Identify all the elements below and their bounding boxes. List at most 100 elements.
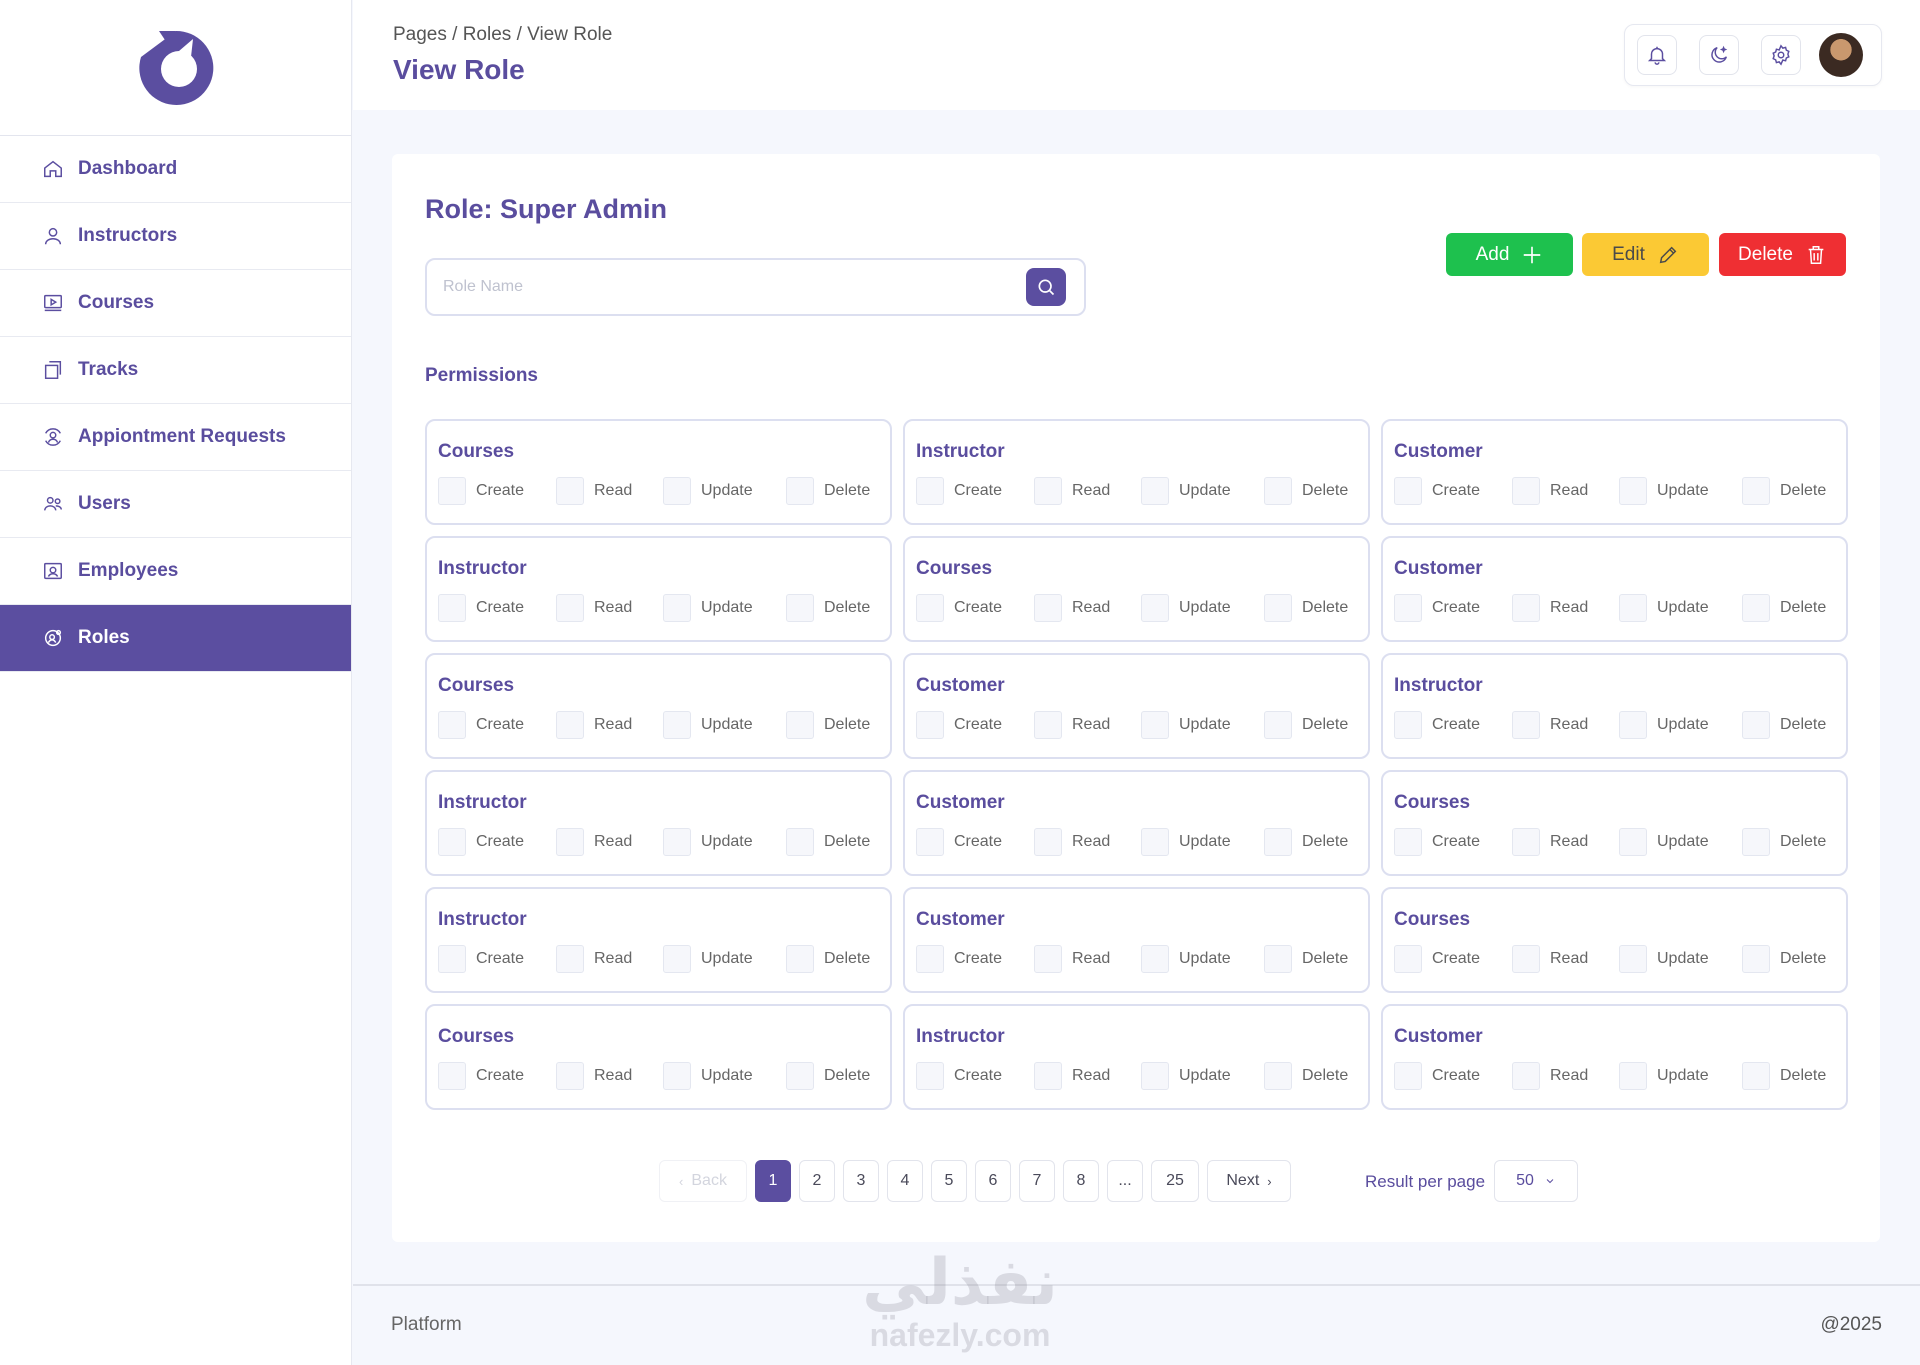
permission-checkbox[interactable] — [1141, 477, 1169, 505]
permission-delete[interactable]: Delete — [1264, 711, 1348, 739]
avatar[interactable] — [1819, 33, 1863, 77]
permission-delete[interactable]: Delete — [1264, 828, 1348, 856]
permission-checkbox[interactable] — [1141, 828, 1169, 856]
permission-checkbox[interactable] — [556, 594, 584, 622]
permission-create[interactable]: Create — [916, 711, 1002, 739]
permission-checkbox[interactable] — [438, 828, 466, 856]
permission-checkbox[interactable] — [1264, 711, 1292, 739]
sidebar-item-dashboard[interactable]: Dashboard — [0, 136, 351, 203]
permission-update[interactable]: Update — [1141, 477, 1231, 505]
permission-checkbox[interactable] — [438, 711, 466, 739]
pagination-page[interactable]: 8 — [1063, 1160, 1099, 1202]
pagination-page[interactable]: 3 — [843, 1160, 879, 1202]
permission-checkbox[interactable] — [1264, 1062, 1292, 1090]
permission-checkbox[interactable] — [1619, 1062, 1647, 1090]
permission-create[interactable]: Create — [916, 1062, 1002, 1090]
pagination-next[interactable]: Next › — [1207, 1160, 1291, 1202]
permission-update[interactable]: Update — [1141, 711, 1231, 739]
permission-checkbox[interactable] — [1394, 477, 1422, 505]
permission-checkbox[interactable] — [1512, 828, 1540, 856]
permission-checkbox[interactable] — [786, 711, 814, 739]
permission-read[interactable]: Read — [1034, 945, 1110, 973]
permission-checkbox[interactable] — [786, 1062, 814, 1090]
permission-checkbox[interactable] — [1742, 711, 1770, 739]
sidebar-item-appiontment-requests[interactable]: Appiontment Requests — [0, 404, 351, 471]
permission-read[interactable]: Read — [556, 828, 632, 856]
permission-checkbox[interactable] — [1742, 477, 1770, 505]
permission-delete[interactable]: Delete — [1264, 945, 1348, 973]
permission-checkbox[interactable] — [1141, 945, 1169, 973]
permission-checkbox[interactable] — [556, 477, 584, 505]
permission-checkbox[interactable] — [916, 1062, 944, 1090]
permission-create[interactable]: Create — [916, 828, 1002, 856]
permission-checkbox[interactable] — [1034, 711, 1062, 739]
permission-delete[interactable]: Delete — [1264, 1062, 1348, 1090]
permission-checkbox[interactable] — [438, 945, 466, 973]
permission-read[interactable]: Read — [1512, 711, 1588, 739]
permission-read[interactable]: Read — [1512, 594, 1588, 622]
permission-read[interactable]: Read — [1034, 1062, 1110, 1090]
sidebar-item-users[interactable]: Users — [0, 471, 351, 538]
permission-checkbox[interactable] — [1512, 477, 1540, 505]
permission-create[interactable]: Create — [916, 594, 1002, 622]
permission-checkbox[interactable] — [1619, 594, 1647, 622]
permission-checkbox[interactable] — [1742, 1062, 1770, 1090]
add-button[interactable]: Add — [1446, 233, 1573, 276]
permission-checkbox[interactable] — [1619, 945, 1647, 973]
permission-delete[interactable]: Delete — [1742, 828, 1826, 856]
permission-checkbox[interactable] — [1394, 828, 1422, 856]
permission-checkbox[interactable] — [916, 828, 944, 856]
permission-create[interactable]: Create — [1394, 477, 1480, 505]
permission-update[interactable]: Update — [663, 711, 753, 739]
pagination-page[interactable]: 2 — [799, 1160, 835, 1202]
permission-checkbox[interactable] — [556, 711, 584, 739]
permission-checkbox[interactable] — [916, 711, 944, 739]
permission-checkbox[interactable] — [1512, 711, 1540, 739]
permission-checkbox[interactable] — [556, 945, 584, 973]
delete-button[interactable]: Delete — [1719, 233, 1846, 276]
permission-create[interactable]: Create — [438, 477, 524, 505]
edit-button[interactable]: Edit — [1582, 233, 1709, 276]
permission-read[interactable]: Read — [1512, 1062, 1588, 1090]
sidebar-item-roles[interactable]: Roles — [0, 605, 351, 672]
permission-checkbox[interactable] — [438, 1062, 466, 1090]
permission-checkbox[interactable] — [663, 594, 691, 622]
permission-checkbox[interactable] — [438, 594, 466, 622]
permission-create[interactable]: Create — [916, 945, 1002, 973]
permission-update[interactable]: Update — [1141, 1062, 1231, 1090]
permission-update[interactable]: Update — [663, 945, 753, 973]
permission-delete[interactable]: Delete — [1742, 594, 1826, 622]
permission-read[interactable]: Read — [1512, 477, 1588, 505]
permission-update[interactable]: Update — [1141, 828, 1231, 856]
permission-checkbox[interactable] — [1034, 1062, 1062, 1090]
pagination-page[interactable]: 6 — [975, 1160, 1011, 1202]
results-per-page-select[interactable]: 50 — [1494, 1160, 1578, 1202]
pagination-page[interactable]: 7 — [1019, 1160, 1055, 1202]
permission-update[interactable]: Update — [1619, 828, 1709, 856]
permission-checkbox[interactable] — [786, 594, 814, 622]
permission-delete[interactable]: Delete — [786, 945, 870, 973]
permission-checkbox[interactable] — [663, 477, 691, 505]
permission-create[interactable]: Create — [1394, 1062, 1480, 1090]
permission-read[interactable]: Read — [556, 1062, 632, 1090]
search-button[interactable] — [1026, 268, 1066, 306]
permission-delete[interactable]: Delete — [1742, 711, 1826, 739]
permission-checkbox[interactable] — [1034, 594, 1062, 622]
permission-checkbox[interactable] — [1394, 711, 1422, 739]
permission-read[interactable]: Read — [556, 594, 632, 622]
permission-create[interactable]: Create — [438, 1062, 524, 1090]
permission-delete[interactable]: Delete — [1264, 477, 1348, 505]
permission-checkbox[interactable] — [1141, 711, 1169, 739]
permission-delete[interactable]: Delete — [1264, 594, 1348, 622]
permission-update[interactable]: Update — [663, 1062, 753, 1090]
permission-create[interactable]: Create — [438, 828, 524, 856]
permission-read[interactable]: Read — [556, 477, 632, 505]
permission-checkbox[interactable] — [1264, 594, 1292, 622]
permission-read[interactable]: Read — [1034, 477, 1110, 505]
pagination-back[interactable]: ‹ Back — [659, 1160, 747, 1202]
permission-read[interactable]: Read — [556, 711, 632, 739]
permission-checkbox[interactable] — [1141, 594, 1169, 622]
permission-create[interactable]: Create — [1394, 594, 1480, 622]
permission-update[interactable]: Update — [1141, 594, 1231, 622]
permission-read[interactable]: Read — [1034, 711, 1110, 739]
